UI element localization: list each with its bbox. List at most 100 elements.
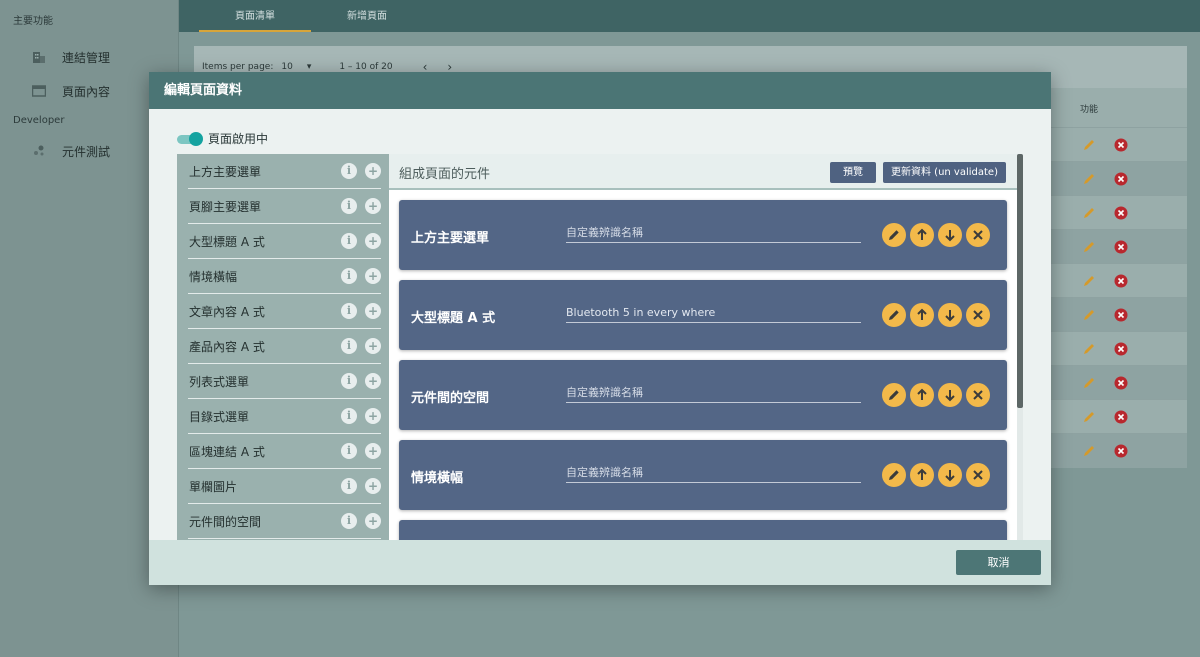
delete-icon[interactable] (1114, 376, 1128, 390)
component-alias-input[interactable]: 自定義辨識名稱 (566, 384, 861, 403)
components-scrollbar[interactable] (1017, 154, 1023, 540)
remove-icon[interactable] (966, 383, 990, 407)
items-per-page-select[interactable]: 10 (281, 62, 292, 72)
component-name: 大型標題 A 式 (411, 311, 496, 326)
delete-icon[interactable] (1114, 444, 1128, 458)
info-icon[interactable]: i (341, 233, 357, 249)
move-down-icon[interactable] (938, 383, 962, 407)
info-icon[interactable]: i (341, 408, 357, 424)
move-down-icon[interactable] (938, 463, 962, 487)
library-item: 元件間的空間 i + (188, 504, 381, 539)
component-alias-input[interactable]: Bluetooth 5 in every where (566, 304, 861, 323)
preview-button[interactable]: 預覽 (830, 162, 876, 183)
sidebar-item-label: 頁面內容 (62, 84, 111, 99)
add-icon[interactable]: + (365, 478, 381, 494)
info-icon[interactable]: i (341, 478, 357, 494)
add-icon[interactable]: + (365, 198, 381, 214)
library-item: 目錄式選單 i + (188, 399, 381, 434)
library-item: 頁腳主要選單 i + (188, 189, 381, 224)
delete-icon[interactable] (1114, 274, 1128, 288)
add-icon[interactable]: + (365, 268, 381, 284)
move-up-icon[interactable] (910, 223, 934, 247)
move-down-icon[interactable] (938, 223, 962, 247)
page-components-panel: 組成頁面的元件 預覽 更新資料 (un validate) 上方主要選單 自定義辨… (389, 154, 1017, 540)
edit-pencil-icon[interactable] (1082, 240, 1096, 254)
column-header-functions: 功能 (1080, 105, 1099, 115)
component-card: 上方主要選單 自定義辨識名稱 (399, 200, 1007, 270)
window-icon (31, 85, 47, 97)
move-up-icon[interactable] (910, 383, 934, 407)
component-alias-input[interactable]: 自定義辨識名稱 (566, 464, 861, 483)
tab-page-list[interactable]: 頁面清單 (199, 0, 311, 32)
edit-pencil-icon[interactable] (1082, 206, 1096, 220)
info-icon[interactable]: i (341, 163, 357, 179)
move-down-icon[interactable] (938, 303, 962, 327)
delete-icon[interactable] (1114, 138, 1128, 152)
add-icon[interactable]: + (365, 163, 381, 179)
delete-icon[interactable] (1114, 342, 1128, 356)
info-icon[interactable]: i (341, 373, 357, 389)
remove-icon[interactable] (966, 223, 990, 247)
info-icon[interactable]: i (341, 303, 357, 319)
sidebar-section-main: 主要功能 (13, 16, 53, 27)
edit-pencil-icon[interactable] (1082, 172, 1096, 186)
edit-icon[interactable] (882, 463, 906, 487)
update-data-button[interactable]: 更新資料 (un validate) (883, 162, 1006, 183)
sidebar-item-links[interactable]: 連結管理 (0, 40, 178, 74)
add-icon[interactable]: + (365, 373, 381, 389)
library-item: 產品內容 A 式 i + (188, 329, 381, 364)
delete-icon[interactable] (1114, 240, 1128, 254)
dialog-footer: 取消 (149, 540, 1051, 585)
component-card: 元件間的空間 自定義辨識名稱 (399, 360, 1007, 430)
component-name: 情境橫幅 (411, 471, 464, 486)
library-item-label: 頁腳主要選單 (189, 199, 262, 214)
add-icon[interactable]: + (365, 443, 381, 459)
info-icon[interactable]: i (341, 338, 357, 354)
delete-icon[interactable] (1114, 308, 1128, 322)
remove-icon[interactable] (966, 463, 990, 487)
cancel-button[interactable]: 取消 (956, 550, 1041, 575)
delete-icon[interactable] (1114, 410, 1128, 424)
page-enabled-toggle[interactable] (177, 131, 203, 146)
edit-pencil-icon[interactable] (1082, 138, 1096, 152)
move-up-icon[interactable] (910, 303, 934, 327)
edit-pencil-icon[interactable] (1082, 410, 1096, 424)
library-item-label: 列表式選單 (189, 374, 250, 389)
remove-icon[interactable] (966, 303, 990, 327)
edit-pencil-icon[interactable] (1082, 308, 1096, 322)
page-enabled-toggle-row: 頁面啟用中 (177, 130, 268, 147)
page-range: 1 – 10 of 20 (339, 62, 393, 72)
move-up-icon[interactable] (910, 463, 934, 487)
info-icon[interactable]: i (341, 513, 357, 529)
edit-pencil-icon[interactable] (1082, 342, 1096, 356)
building-icon (32, 51, 46, 63)
component-name: 元件間的空間 (411, 391, 490, 406)
sidebar-item-label: 連結管理 (62, 50, 111, 65)
library-item-label: 目錄式選單 (189, 409, 250, 424)
tab-add-page[interactable]: 新增頁面 (311, 0, 423, 32)
sidebar-item-label: 元件測試 (62, 144, 111, 159)
top-tab-bar: 頁面清單 新增頁面 (179, 0, 1200, 32)
component-card: 大型標題 A 式 Bluetooth 5 in every where (399, 280, 1007, 350)
edit-icon[interactable] (882, 383, 906, 407)
add-icon[interactable]: + (365, 233, 381, 249)
library-item-label: 上方主要選單 (189, 164, 262, 179)
delete-icon[interactable] (1114, 206, 1128, 220)
info-icon[interactable]: i (341, 268, 357, 284)
info-icon[interactable]: i (341, 198, 357, 214)
edit-pencil-icon[interactable] (1082, 376, 1096, 390)
component-alias-input[interactable]: 自定義辨識名稱 (566, 224, 861, 243)
add-icon[interactable]: + (365, 513, 381, 529)
edit-pencil-icon[interactable] (1082, 274, 1096, 288)
components-panel-title: 組成頁面的元件 (399, 167, 491, 182)
edit-pencil-icon[interactable] (1082, 444, 1096, 458)
library-item-label: 單欄圖片 (189, 479, 238, 494)
edit-icon[interactable] (882, 223, 906, 247)
library-item-label: 元件間的空間 (189, 514, 262, 529)
info-icon[interactable]: i (341, 443, 357, 459)
add-icon[interactable]: + (365, 338, 381, 354)
add-icon[interactable]: + (365, 303, 381, 319)
add-icon[interactable]: + (365, 408, 381, 424)
delete-icon[interactable] (1114, 172, 1128, 186)
edit-icon[interactable] (882, 303, 906, 327)
